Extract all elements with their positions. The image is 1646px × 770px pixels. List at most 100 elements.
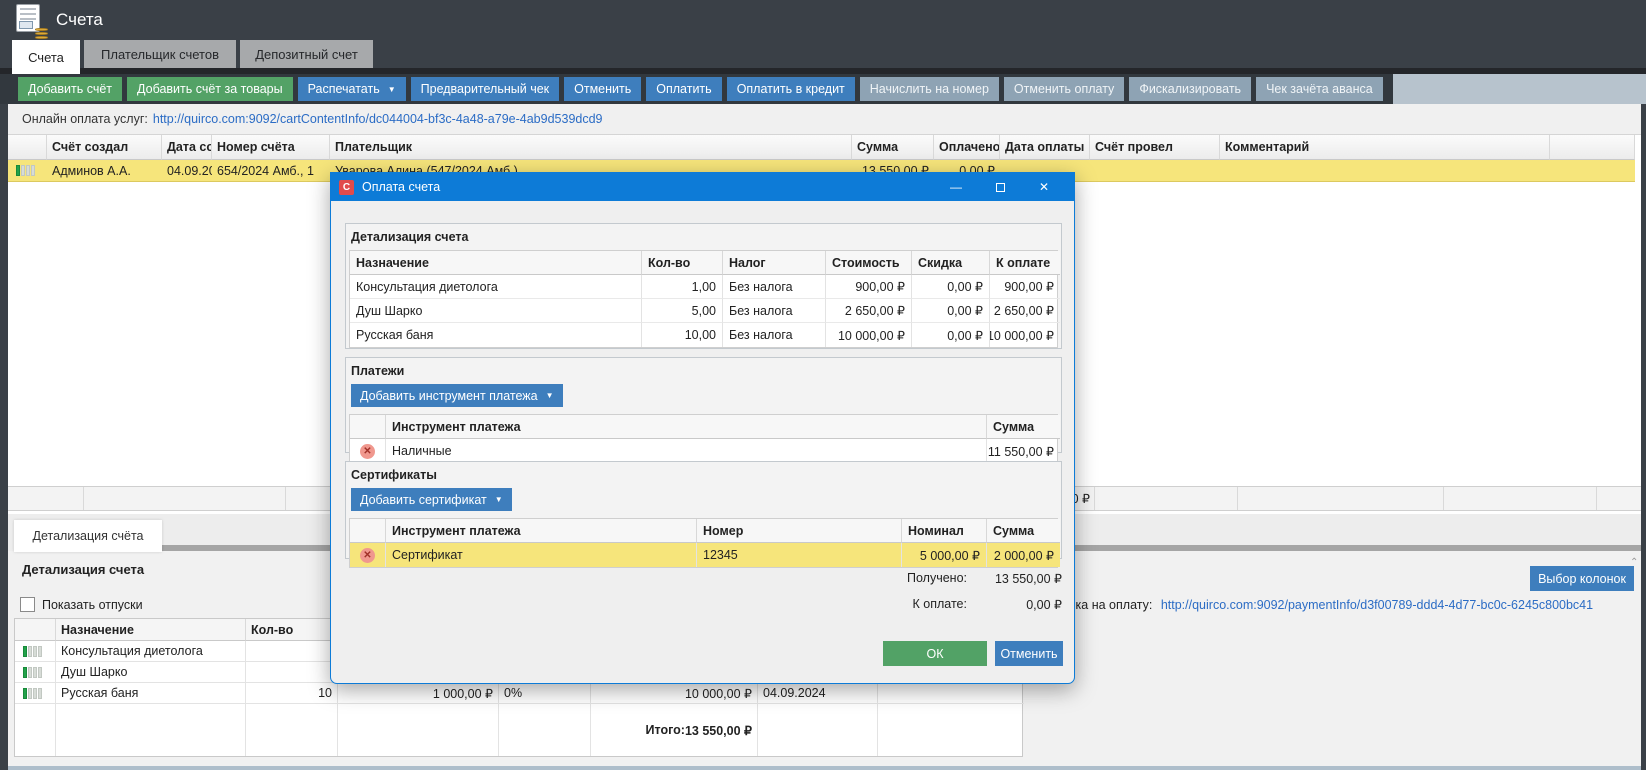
dlg-header-name[interactable]: Назначение xyxy=(350,251,642,275)
print-button[interactable]: Распечатать▼ xyxy=(298,77,406,101)
chevron-down-icon: ▼ xyxy=(388,85,396,94)
received-line: Получено: 13 550,00 ₽ xyxy=(345,571,1062,586)
dlg-header-qty[interactable]: Кол-во xyxy=(642,251,723,275)
dialog-window-controls: — ✕ xyxy=(934,173,1066,201)
show-vacations-label: Показать отпуски xyxy=(42,598,143,612)
app-window: Счета Счета Плательщик счетов Депозитный… xyxy=(0,0,1646,770)
online-payment-link[interactable]: http://quirco.com:9092/cartContentInfo/d… xyxy=(153,112,603,126)
header-conducted-by[interactable]: Счёт провел xyxy=(1090,135,1220,160)
header-created-by[interactable]: Счёт создал xyxy=(47,135,162,160)
pay-credit-button[interactable]: Оплатить в кредит xyxy=(727,77,855,101)
details-header-name[interactable]: Назначение xyxy=(56,619,246,641)
details-cell-name: Душ Шарко xyxy=(56,662,246,683)
certs-header-nominal[interactable]: Номинал xyxy=(902,519,987,543)
coins-icon xyxy=(35,27,48,39)
tab-deposit-account[interactable]: Депозитный счет xyxy=(240,40,373,68)
certs-header-instrument[interactable]: Инструмент платежа xyxy=(386,519,697,543)
payments-header-del-col xyxy=(350,415,386,439)
details-row[interactable]: Русская баня 10 1 000,00 ₽ 0% 10 000,00 … xyxy=(15,683,1022,704)
header-comment[interactable]: Комментарий xyxy=(1220,135,1550,160)
cell-extra xyxy=(1550,160,1635,182)
payments-header-instrument[interactable]: Инструмент платежа xyxy=(386,415,987,439)
dialog-details-row[interactable]: Душ Шарко 5,00 Без налога 2 650,00 ₽ 0,0… xyxy=(350,299,1057,323)
dialog-certificates-group: Сертификаты Добавить сертификат▼ Инструм… xyxy=(345,461,1062,559)
payments-header-sum[interactable]: Сумма xyxy=(987,415,1060,439)
dialog-title: Оплата счета xyxy=(362,180,440,194)
tab-invoice-payer[interactable]: Плательщик счетов xyxy=(84,40,236,68)
details-header-icon-col xyxy=(15,619,56,641)
details-title: Детализация счета xyxy=(22,562,144,577)
dialog-details-row[interactable]: Консультация диетолога 1,00 Без налога 9… xyxy=(350,275,1057,299)
close-icon[interactable]: ✕ xyxy=(1022,173,1066,201)
certs-header-sum[interactable]: Сумма xyxy=(987,519,1060,543)
online-payment-label: Онлайн оплата услуг: xyxy=(22,112,148,126)
header-paid[interactable]: Оплачено xyxy=(934,135,1000,160)
payments-row[interactable]: ✕ Наличные 11 550,00 ₽ xyxy=(350,439,1057,463)
maximize-icon[interactable] xyxy=(978,173,1022,201)
delete-certificate-icon[interactable]: ✕ xyxy=(360,548,375,563)
dlg-header-tax[interactable]: Налог xyxy=(723,251,826,275)
header-pay-date[interactable]: Дата оплаты xyxy=(1000,135,1090,160)
invoices-app-icon xyxy=(16,4,46,36)
window-right-edge xyxy=(1641,104,1646,770)
tab-invoices[interactable]: Счета xyxy=(12,40,80,74)
dlg-header-topay[interactable]: К оплате xyxy=(990,251,1060,275)
certificate-row-selected[interactable]: ✕ Сертификат 12345 5 000,00 ₽ 2 000,00 ₽ xyxy=(350,543,1057,567)
ok-button[interactable]: ОК xyxy=(883,641,987,666)
summary-cell xyxy=(1095,487,1238,510)
status-bars-icon xyxy=(23,667,42,678)
dlg-header-cost[interactable]: Стоимость xyxy=(826,251,912,275)
minimize-icon[interactable]: — xyxy=(934,173,978,201)
payments-group-title: Платежи xyxy=(351,364,1061,378)
choose-columns-button[interactable]: Выбор колонок xyxy=(1530,566,1634,591)
header-invoice-number[interactable]: Номер счёта xyxy=(212,135,330,160)
add-certificate-button[interactable]: Добавить сертификат▼ xyxy=(351,488,512,511)
certs-header-number[interactable]: Номер xyxy=(697,519,902,543)
advance-offset-check-button: Чек зачёта аванса xyxy=(1256,77,1383,101)
header-extra xyxy=(1550,135,1635,160)
header-date-created[interactable]: Дата создания xyxy=(162,135,212,160)
toolbar: Добавить счёт Добавить счёт за товары Ра… xyxy=(0,74,1646,104)
dialog-details-row[interactable]: Русская баня 10,00 Без налога 10 000,00 … xyxy=(350,323,1057,347)
pay-button[interactable]: Оплатить xyxy=(646,77,721,101)
online-payment-row: Онлайн оплата услуг: http://quirco.com:9… xyxy=(8,104,1641,134)
dialog-payments-group: Платежи Добавить инструмент платежа▼ Инс… xyxy=(345,357,1062,453)
window-title: Счета xyxy=(56,10,103,30)
add-goods-invoice-button[interactable]: Добавить счёт за товары xyxy=(127,77,293,101)
header-icon-col[interactable] xyxy=(8,135,47,160)
status-bars-icon xyxy=(23,688,42,699)
status-bars-icon xyxy=(23,646,42,657)
add-payment-instrument-button[interactable]: Добавить инструмент платежа▼ xyxy=(351,384,563,407)
details-header-qty[interactable]: Кол-во xyxy=(246,619,338,641)
header-sum[interactable]: Сумма xyxy=(852,135,934,160)
cancel-invoice-button[interactable]: Отменить xyxy=(564,77,641,101)
summary-cell xyxy=(1238,487,1444,510)
summary-cell xyxy=(1444,487,1597,510)
tab-invoice-details[interactable]: Детализация счёта xyxy=(14,520,162,552)
details-total: Итого:13 550,00 ₽ xyxy=(591,704,758,756)
cell-conducted-by xyxy=(1090,160,1220,182)
invoices-header-row: Счёт создал Дата создания Номер счёта Пл… xyxy=(8,135,1641,160)
cell-invoice-number: 654/2024 Амб., 1 xyxy=(212,160,330,182)
cancel-payment-button: Отменить оплату xyxy=(1004,77,1124,101)
window-titlebar: Счета xyxy=(0,0,1646,40)
due-value: 0,00 ₽ xyxy=(967,597,1062,612)
window-bottom-edge xyxy=(8,766,1641,770)
dialog-details-group-title: Детализация счета xyxy=(351,230,1061,244)
cancel-button[interactable]: Отменить xyxy=(995,641,1063,666)
cell-date-created: 04.09.2024 xyxy=(162,160,212,182)
charge-to-room-button: Начислить на номер xyxy=(860,77,999,101)
payment-dialog: C Оплата счета — ✕ Детализация счета Наз… xyxy=(330,172,1075,684)
cell-created-by: Админов А.А. xyxy=(47,160,162,182)
chevron-up-icon[interactable]: ⌃ xyxy=(1630,557,1638,568)
header-payer[interactable]: Плательщик xyxy=(330,135,852,160)
show-vacations-checkbox[interactable] xyxy=(20,597,35,612)
preliminary-check-button[interactable]: Предварительный чек xyxy=(411,77,560,101)
add-invoice-button[interactable]: Добавить счёт xyxy=(18,77,122,101)
payment-link[interactable]: http://quirco.com:9092/paymentInfo/d3f00… xyxy=(1161,598,1593,612)
fiscalize-button: Фискализировать xyxy=(1129,77,1251,101)
delete-payment-icon[interactable]: ✕ xyxy=(360,444,375,459)
dlg-header-discount[interactable]: Скидка xyxy=(912,251,990,275)
due-line: К оплате: 0,00 ₽ xyxy=(345,597,1062,612)
due-label: К оплате: xyxy=(892,597,967,612)
